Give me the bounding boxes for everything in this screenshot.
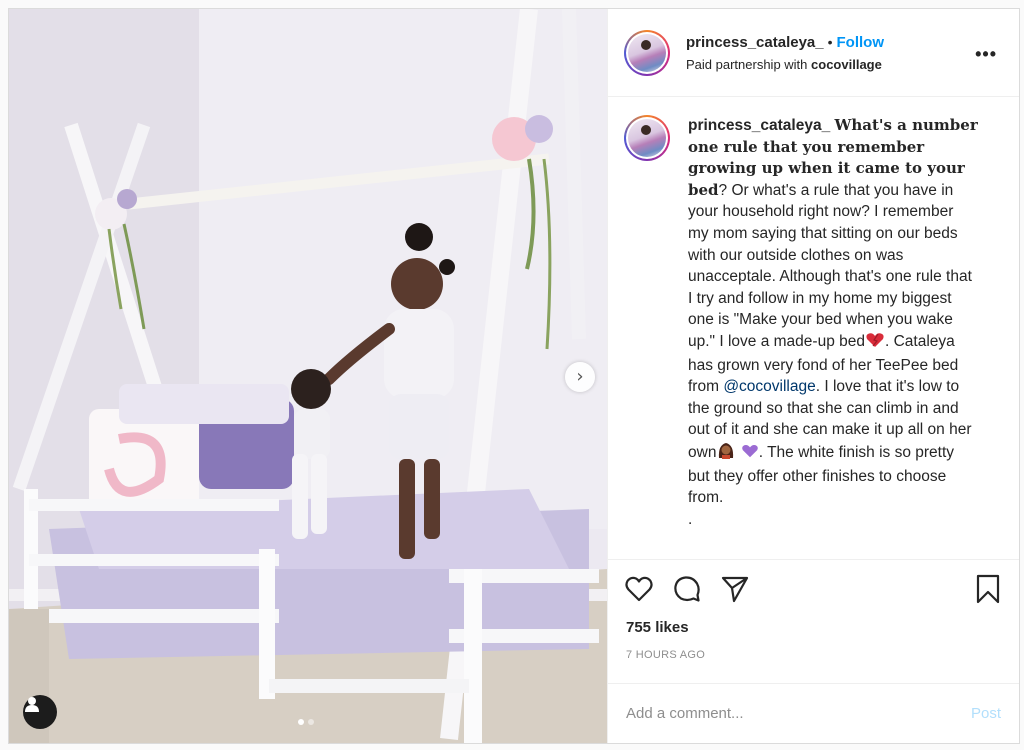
heart-icon bbox=[625, 576, 653, 601]
carousel-indicator bbox=[298, 719, 314, 725]
share-button[interactable] bbox=[720, 574, 750, 604]
partnership-label: Paid partnership with cocovillage bbox=[686, 57, 884, 72]
follow-button[interactable]: Follow bbox=[837, 34, 885, 51]
post-header: princess_cataleya_ • Follow Paid partner… bbox=[608, 9, 1019, 97]
bed-photo-illustration bbox=[9, 9, 607, 743]
comment-button[interactable] bbox=[672, 574, 702, 604]
partner-link[interactable]: cocovillage bbox=[811, 57, 882, 72]
user-tag-icon bbox=[25, 697, 39, 712]
post-photo[interactable]: › bbox=[9, 9, 607, 743]
caption-area: princess_cataleya_ What's a number one r… bbox=[608, 97, 1019, 559]
partnership-prefix: Paid partnership with bbox=[686, 56, 808, 72]
like-count[interactable]: 755 likes bbox=[608, 617, 1019, 643]
tagged-users-button[interactable] bbox=[23, 695, 57, 729]
post-caption: princess_cataleya_ What's a number one r… bbox=[688, 115, 978, 559]
post-timestamp[interactable]: 7 HOURS AGO bbox=[608, 643, 1019, 683]
carousel-dot bbox=[298, 719, 304, 725]
next-photo-button[interactable]: › bbox=[565, 362, 595, 392]
caption-trailing: . bbox=[688, 510, 693, 528]
comment-input[interactable] bbox=[626, 705, 971, 722]
chevron-right-icon: › bbox=[576, 366, 584, 387]
post-comment-button[interactable]: Post bbox=[971, 705, 1001, 722]
paper-plane-icon bbox=[721, 576, 749, 602]
avatar-image bbox=[628, 33, 666, 72]
caption-username[interactable]: princess_cataleya_ bbox=[688, 117, 830, 134]
avatar[interactable] bbox=[624, 115, 670, 161]
more-horizontal-icon[interactable]: ••• bbox=[975, 45, 997, 63]
like-button[interactable] bbox=[624, 574, 654, 604]
username-link[interactable]: princess_cataleya_ bbox=[686, 34, 824, 51]
comment-icon bbox=[674, 575, 700, 602]
page: › princess_cataleya_ • Follow Paid partn… bbox=[0, 0, 1024, 750]
woman-emoji-icon bbox=[716, 441, 736, 466]
avatar[interactable] bbox=[624, 29, 670, 76]
separator-dot: • bbox=[827, 34, 833, 50]
purple-heart-emoji-icon bbox=[741, 443, 759, 466]
avatar-image bbox=[628, 119, 666, 157]
mention-link[interactable]: @cocovillage bbox=[723, 378, 815, 395]
caption-text: ? Or what's a rule that you have in your… bbox=[688, 181, 972, 350]
post-card: › princess_cataleya_ • Follow Paid partn… bbox=[8, 8, 1020, 744]
post-side-panel: princess_cataleya_ • Follow Paid partner… bbox=[607, 9, 1019, 743]
heart-emoji-icon bbox=[865, 332, 885, 355]
post-header-text: princess_cataleya_ • Follow Paid partner… bbox=[686, 34, 884, 72]
add-comment-section: Post bbox=[608, 683, 1019, 743]
bookmark-icon bbox=[976, 574, 1000, 603]
action-bar bbox=[608, 559, 1019, 617]
carousel-dot bbox=[308, 719, 314, 725]
save-button[interactable] bbox=[973, 574, 1003, 604]
